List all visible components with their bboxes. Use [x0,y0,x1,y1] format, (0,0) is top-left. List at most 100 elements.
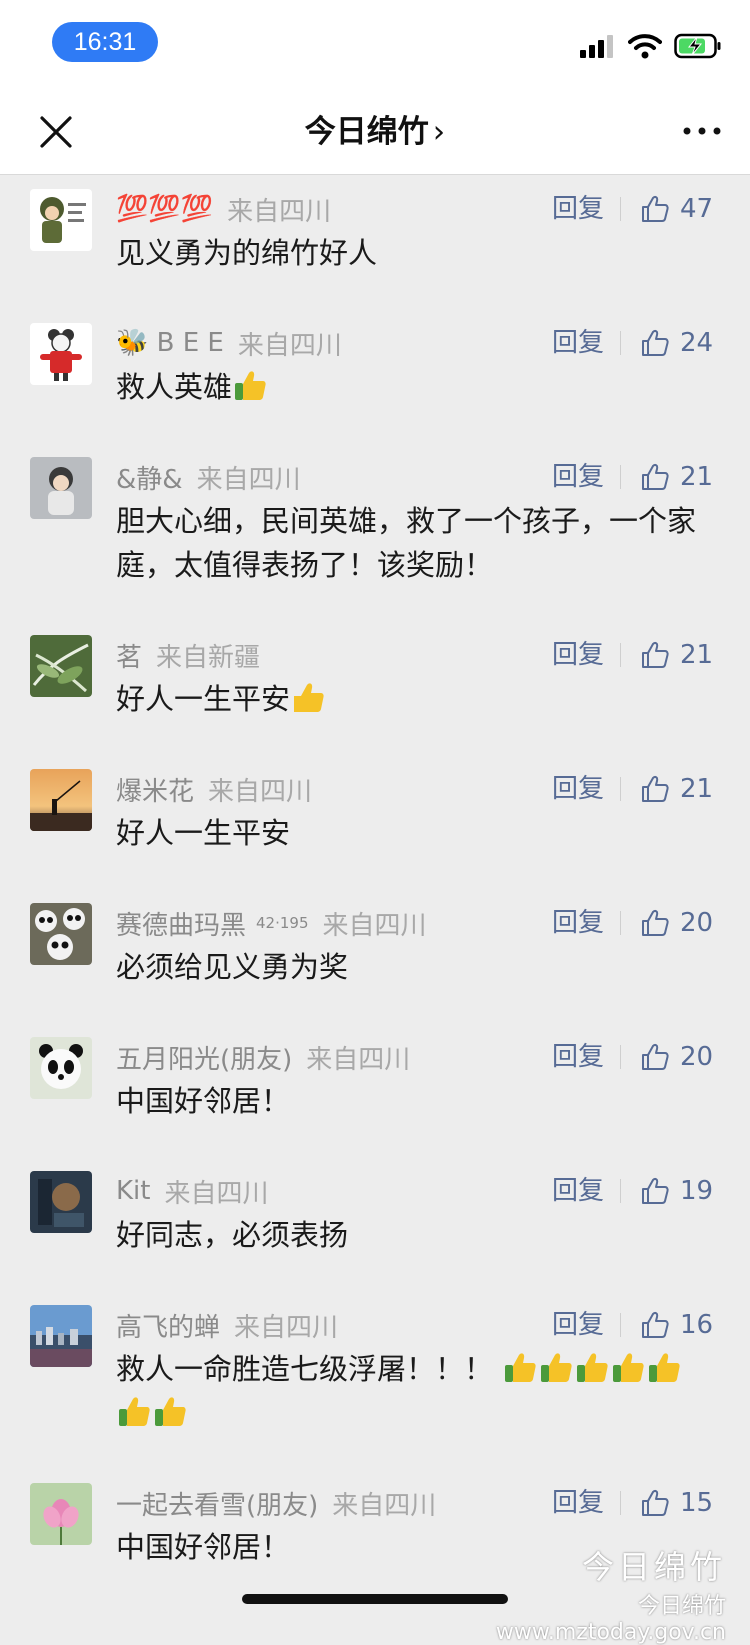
reply-button[interactable]: 回复 [552,769,604,809]
home-indicator[interactable] [242,1594,508,1604]
avatar-city[interactable] [30,1305,92,1367]
reply-button[interactable]: 回复 [552,635,604,675]
comment-text-body: 救人英雄 [116,370,233,404]
status-time: 16:31 [52,22,158,62]
thumbs-up-icon [642,330,669,356]
avatar-dark-art[interactable] [30,1171,92,1233]
like-button[interactable]: 16 [640,1305,713,1345]
avatar-pandas[interactable] [30,903,92,965]
comment-meta: 爆米花 来自四川 [116,769,312,809]
thumbs-up-icon [642,1044,669,1070]
like-button[interactable]: 47 [640,189,713,229]
divider [620,1313,621,1337]
comment-text-body: 好同志，必须表扬 [116,1218,349,1252]
like-button[interactable]: 15 [640,1483,713,1523]
reply-button[interactable]: 回复 [552,189,604,229]
commenter-region: 来自四川 [227,196,332,227]
reply-button[interactable]: 回复 [552,1171,604,1211]
avatar-soldier-cartoon[interactable] [30,189,92,251]
comment-text: 见义勇为的绵竹好人 [116,231,706,275]
thumbs-up-emoji-icon [119,1397,150,1426]
like-count: 16 [680,1310,714,1340]
comment-meta: 🐝 B E E 来自四川 [116,323,342,363]
like-count: 47 [680,194,714,224]
thumbs-up-emoji-icon [649,1353,680,1382]
thumbs-up-icon [642,776,669,802]
watermark-account: 今日绵竹 [637,1594,726,1619]
like-count: 19 [680,1176,714,1206]
comment-text: 好人一生平安 [116,811,706,855]
avatar-panda[interactable] [30,1037,92,1099]
reply-button[interactable]: 回复 [552,903,604,943]
comment-text: 好人一生平安 [116,677,706,721]
comment-meta: &静& 来自四川 [116,457,301,497]
thumbs-up-icon [642,910,669,936]
like-button[interactable]: 19 [640,1171,713,1211]
divider [620,1045,621,1069]
divider [620,643,621,667]
comment-text-body: 中国好邻居！ [116,1530,291,1564]
avatar-lotus[interactable] [30,1483,92,1545]
commenter-name: 五月阳光(朋友) [116,1044,293,1075]
comment-text-body: 救人一命胜造七级浮屠！！！ [116,1352,494,1386]
comment-text: 救人一命胜造七级浮屠！！！ [116,1347,706,1435]
reply-button[interactable]: 回复 [552,457,604,497]
like-button[interactable]: 21 [640,769,713,809]
commenter-name: 🐝 B E E [116,328,224,358]
comment-text-body: 必须给见义勇为奖 [116,950,349,984]
thumbs-up-icon [642,1178,669,1204]
comment-text: 中国好邻居！ [116,1079,706,1123]
thumbs-up-icon [642,464,669,490]
commenter-region: 来自四川 [322,910,427,941]
comment-meta: 五月阳光(朋友) 来自四川 [116,1037,410,1077]
comment-text-body: 好人一生平安 [116,816,291,850]
avatar-red-cartoon[interactable] [30,323,92,385]
thumbs-up-emoji-icon [577,1353,608,1382]
thumbs-up-emoji-icon [505,1353,536,1382]
nav-bar: 今日绵竹 › [0,90,750,175]
avatar-leaves[interactable] [30,635,92,697]
reply-button[interactable]: 回复 [552,323,604,363]
like-button[interactable]: 21 [640,635,713,675]
thumbs-up-icon [642,196,669,222]
thumbs-up-icon [642,642,669,668]
comment-text: 好同志，必须表扬 [116,1213,706,1257]
divider [620,911,621,935]
divider [620,1179,621,1203]
commenter-name: 高飞的蝉 [116,1312,221,1343]
commenter-region: 来自四川 [332,1490,437,1521]
avatar-child[interactable] [30,457,92,519]
comment-text: 胆大心细，民间英雄，救了一个孩子，一个家庭，太值得表扬了！该奖励！ [116,499,706,587]
commenter-region: 来自四川 [208,776,313,807]
divider [620,331,621,355]
commenter-name-suffix: 42·195 [256,914,309,932]
like-button[interactable]: 20 [640,1037,713,1077]
page-title: 今日绵竹 [304,114,429,150]
watermark: 今日绵竹 今日绵竹 www.mztoday.gov.cn [496,1542,726,1645]
reply-button[interactable]: 回复 [552,1037,604,1077]
like-button[interactable]: 20 [640,903,713,943]
like-count: 21 [680,640,714,670]
comment-text-body: 好人一生平安 [116,682,291,716]
divider [620,1491,621,1515]
thumbs-up-emoji-icon [541,1353,572,1382]
more-button[interactable] [680,116,724,146]
status-bar: 16:31 [0,0,750,90]
like-button[interactable]: 21 [640,457,713,497]
like-button[interactable]: 24 [640,323,713,363]
commenter-name: &静& [116,464,183,495]
reply-button[interactable]: 回复 [552,1483,604,1523]
thumbs-up-emoji-icon [235,371,266,400]
comment-meta: 💯💯💯 来自四川 [116,189,331,229]
comment-meta: 茗 来自新疆 [116,635,260,675]
reply-button[interactable]: 回复 [552,1305,604,1345]
like-count: 24 [680,328,714,358]
watermark-brand: 今日绵竹 [581,1548,726,1586]
wifi-icon [628,34,662,59]
account-title-link[interactable]: 今日绵竹 › [0,112,750,152]
comment-text: 救人英雄 [116,365,706,409]
comment-text-body: 中国好邻居！ [116,1084,291,1118]
avatar-sunset-fishing[interactable] [30,769,92,831]
comment-text: 必须给见义勇为奖 [116,945,706,989]
commenter-name: 爆米花 [116,776,195,807]
